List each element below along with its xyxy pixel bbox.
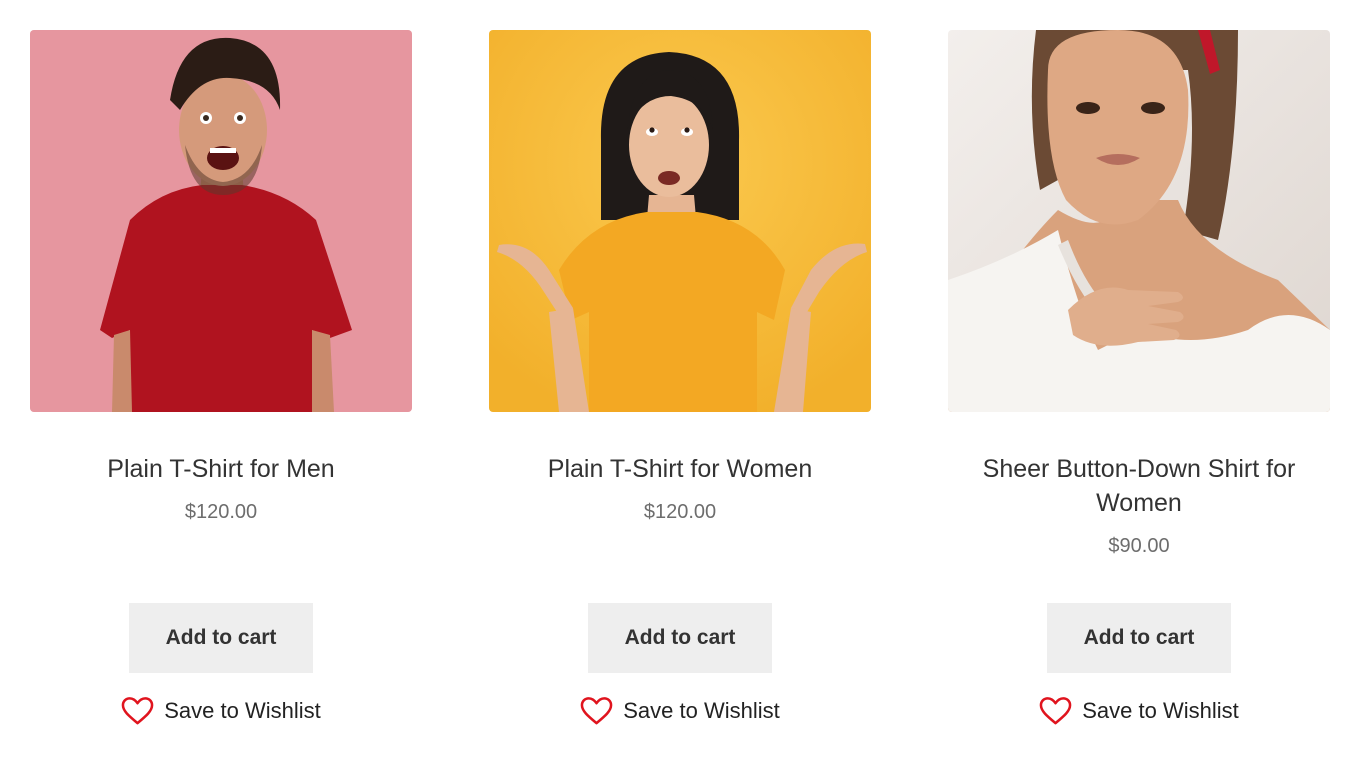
product-grid: Plain T-Shirt for Men $120.00 Add to car… [0,0,1360,759]
product-price: $90.00 [1108,535,1170,557]
product-image[interactable] [489,30,871,412]
heart-icon [580,697,613,725]
product-image[interactable] [948,30,1330,412]
add-to-cart-button[interactable]: Add to cart [1047,603,1231,673]
wishlist-label: Save to Wishlist [164,698,321,723]
wishlist-label: Save to Wishlist [623,698,780,723]
wishlist-wrapper: Save to Wishlist [489,696,871,726]
product-card: Plain T-Shirt for Men $120.00 Add to car… [30,30,412,725]
save-to-wishlist-link[interactable]: Save to Wishlist [121,696,321,726]
add-to-cart-wrapper: Add to cart [489,603,871,673]
heart-icon [1039,697,1072,725]
add-to-cart-wrapper: Add to cart [30,603,412,673]
product-price: $120.00 [643,501,717,523]
product-title[interactable]: Plain T-Shirt for Men [30,452,412,486]
product-image[interactable] [30,30,412,412]
add-to-cart-button[interactable]: Add to cart [129,603,313,673]
product-price: $120.00 [184,501,258,523]
add-to-cart-button[interactable]: Add to cart [588,603,772,673]
product-title[interactable]: Plain T-Shirt for Women [489,452,871,486]
wishlist-label: Save to Wishlist [1082,698,1239,723]
wishlist-wrapper: Save to Wishlist [30,696,412,726]
product-title[interactable]: Sheer Button-Down Shirt for Women [948,452,1330,520]
save-to-wishlist-link[interactable]: Save to Wishlist [1039,696,1239,726]
product-card: Plain T-Shirt for Women $120.00 Add to c… [489,30,871,725]
heart-icon [121,697,154,725]
save-to-wishlist-link[interactable]: Save to Wishlist [580,696,780,726]
wishlist-wrapper: Save to Wishlist [948,696,1330,726]
add-to-cart-wrapper: Add to cart [948,603,1330,673]
product-card: Sheer Button-Down Shirt for Women $90.00… [948,30,1330,725]
